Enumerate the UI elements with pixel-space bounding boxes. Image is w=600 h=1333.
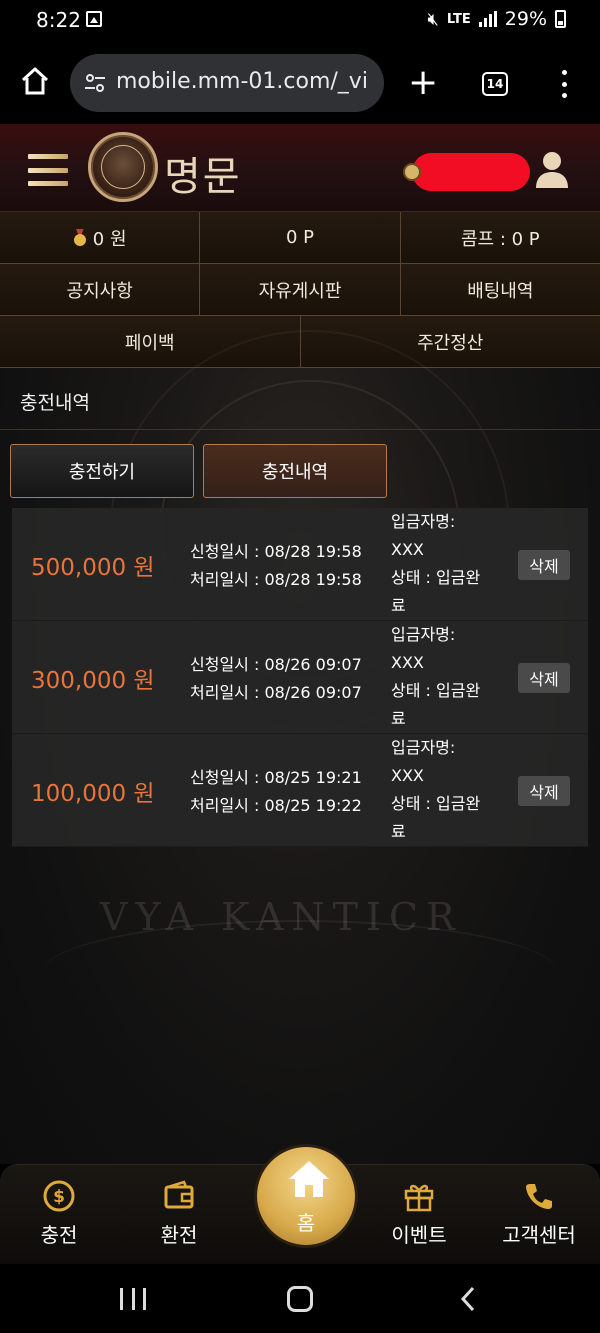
system-navigation-bar [0,1264,600,1333]
depositor-name: XXX [391,653,424,672]
site-logo-text[interactable]: 명문 [164,144,242,202]
browser-menu-button[interactable] [560,70,568,98]
new-tab-button[interactable]: + [408,65,438,101]
delete-button[interactable]: 삭제 [518,550,570,580]
background-text: VYA KANTICR [100,895,463,939]
processed-time: 처리일시 : 08/28 19:58 [190,570,362,589]
status-text-cont: 료 [391,596,406,615]
menu-notice[interactable]: 공지사항 [0,264,201,315]
request-time: 신청일시 : 08/26 09:07 [190,655,362,674]
wallet-icon [164,1180,194,1209]
processed-time: 처리일시 : 08/26 09:07 [190,683,362,702]
page-title-bar: 충전내역 [0,370,600,430]
nav-event-label: 이벤트 [391,1223,447,1247]
nav-event[interactable]: 이벤트 [364,1179,474,1248]
network-label: LTE [446,11,471,27]
svg-text:$: $ [53,1187,65,1207]
nav-customer-center[interactable]: 고객센터 [484,1179,594,1248]
site-settings-icon[interactable] [84,74,106,92]
record-dates: 신청일시 : 08/25 19:21 처리일시 : 08/25 19:22 [190,764,362,820]
mute-icon: 🔇︎ [427,8,439,30]
charge-history-list: 500,000 원 신청일시 : 08/28 19:58 처리일시 : 08/2… [12,508,588,847]
url-text[interactable]: mobile.mm-01.com/_vi [116,69,372,94]
nav-home-label: 홈 [296,1211,316,1235]
depositor-name: XXX [391,766,424,785]
image-notification-icon [86,11,102,27]
redacted-username [412,153,530,191]
browser-toolbar: mobile.mm-01.com/_vi + 14 [0,42,600,124]
tab-charge-history[interactable]: 충전내역 [203,444,387,498]
coin-icon [403,163,421,181]
status-text-cont: 료 [391,822,406,841]
points-balance: 0 P [200,212,401,263]
charge-amount: 100,000 원 [31,781,155,807]
battery-icon [555,10,566,28]
record-depositor-status: 입금자명: XXX 상태 : 입금완 료 [391,508,501,620]
status-time: 8:22 [36,8,81,32]
back-icon[interactable] [460,1286,476,1312]
logo-emblem[interactable] [88,132,158,202]
nav-charge-label: 충전 [40,1223,78,1247]
money-value: 0 원 [92,228,127,250]
depositor-label: 입금자명: [391,738,456,757]
nav-customer-center-label: 고객센터 [502,1223,576,1247]
record-depositor-status: 입금자명: XXX 상태 : 입금완 료 [391,621,501,733]
processed-time: 처리일시 : 08/25 19:22 [190,796,362,815]
request-time: 신청일시 : 08/25 19:21 [190,768,362,787]
tab-charge[interactable]: 충전하기 [10,444,194,498]
page-title: 충전내역 [20,392,90,414]
house-icon [289,1161,329,1197]
signal-icon [478,11,497,27]
medal-icon [73,229,87,247]
status-text: 상태 : 입금완 [391,681,481,700]
recent-apps-icon[interactable] [120,1288,146,1310]
status-text: 상태 : 입금완 [391,568,481,587]
list-item: 300,000 원 신청일시 : 08/26 09:07 처리일시 : 08/2… [12,621,588,734]
record-dates: 신청일시 : 08/28 19:58 처리일시 : 08/28 19:58 [190,538,362,594]
phone-icon [526,1184,552,1209]
comp-balance: 콤프 : 0 P [400,212,600,263]
delete-button[interactable]: 삭제 [518,663,570,693]
nav-exchange[interactable]: 환전 [124,1179,234,1248]
money-balance: 0 원 [0,212,201,263]
list-item: 100,000 원 신청일시 : 08/25 19:21 처리일시 : 08/2… [12,734,588,847]
dollar-coin-icon: $ [43,1180,75,1212]
menu-free-board[interactable]: 자유게시판 [200,264,401,315]
depositor-label: 입금자명: [391,512,456,531]
balance-row: 0 원 0 P 콤프 : 0 P [0,212,600,264]
status-text: 상태 : 입금완 [391,794,481,813]
request-time: 신청일시 : 08/28 19:58 [190,542,362,561]
tab-switcher-button[interactable]: 14 [482,72,508,96]
status-text-cont: 료 [391,709,406,728]
depositor-label: 입금자명: [391,625,456,644]
battery-percent: 29% [504,8,547,30]
points-value: 0 P [285,227,314,248]
home-icon[interactable] [20,66,50,96]
user-profile-icon[interactable] [534,150,570,188]
comp-value: 콤프 : 0 P [460,228,540,250]
record-depositor-status: 입금자명: XXX 상태 : 입금완 료 [391,734,501,846]
menu-row-1: 공지사항 자유게시판 배팅내역 [0,264,600,316]
gift-icon [404,1184,434,1212]
delete-button[interactable]: 삭제 [518,776,570,806]
record-dates: 신청일시 : 08/26 09:07 처리일시 : 08/26 09:07 [190,651,362,707]
address-bar[interactable]: mobile.mm-01.com/_vi [70,54,384,112]
nav-home-button[interactable]: 홈 [254,1144,358,1248]
depositor-name: XXX [391,540,424,559]
charge-amount: 300,000 원 [31,668,155,694]
nav-exchange-label: 환전 [160,1223,198,1247]
list-item: 500,000 원 신청일시 : 08/28 19:58 처리일시 : 08/2… [12,508,588,621]
status-bar: 8:22 🔇︎ LTE 29% [0,0,600,42]
charge-amount: 500,000 원 [31,555,155,581]
system-home-icon[interactable] [287,1286,313,1312]
hamburger-menu-icon[interactable] [28,154,68,186]
menu-betting-history[interactable]: 배팅내역 [400,264,600,315]
nav-charge[interactable]: $ 충전 [4,1179,114,1248]
status-indicators: 🔇︎ LTE 29% [428,8,566,30]
